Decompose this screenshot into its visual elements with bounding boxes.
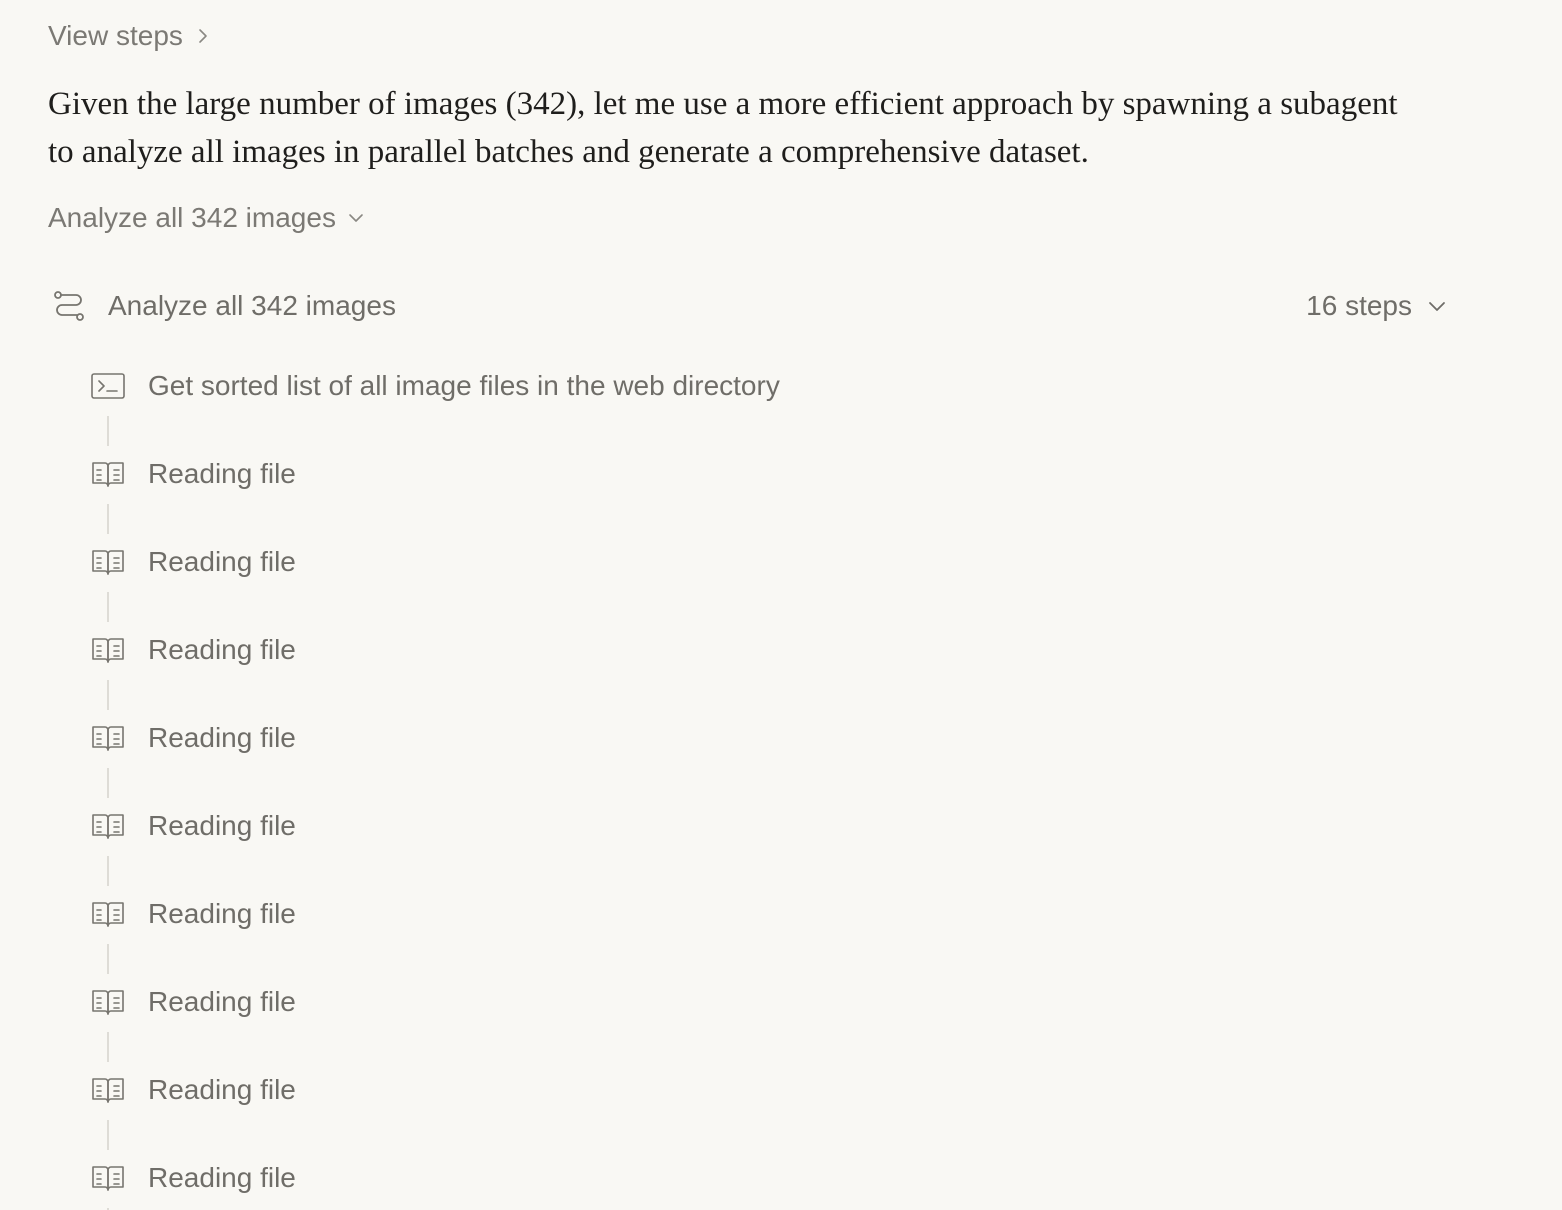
step-label: Reading file <box>148 546 296 577</box>
assistant-message: Given the large number of images (342), … <box>48 86 1398 170</box>
steps-list: Get sorted list of all image files in th… <box>90 364 1390 1210</box>
step-item[interactable]: Get sorted list of all image files in th… <box>90 364 1390 452</box>
step-label: Get sorted list of all image files in th… <box>148 370 780 401</box>
step-label: Reading file <box>148 634 296 665</box>
task-title: Analyze all 342 images <box>108 290 396 321</box>
terminal-icon <box>91 373 125 399</box>
book-icon <box>92 638 124 663</box>
step-connector <box>107 856 109 886</box>
steps-count-label: 16 steps <box>1306 290 1412 321</box>
step-label: Reading file <box>148 1162 296 1193</box>
step-connector <box>107 1032 109 1062</box>
book-icon <box>92 1166 124 1191</box>
step-item[interactable]: Reading file <box>90 804 1390 892</box>
chevron-right-icon <box>199 29 207 43</box>
step-connector <box>107 768 109 798</box>
step-label: Reading file <box>148 458 296 489</box>
book-icon <box>92 550 124 575</box>
step-connector <box>107 416 109 446</box>
step-item[interactable]: Reading file <box>90 980 1390 1068</box>
step-label: Reading file <box>148 1074 296 1105</box>
step-connector <box>107 680 109 710</box>
step-item[interactable]: Reading file <box>90 540 1390 628</box>
book-icon <box>92 902 124 927</box>
book-icon <box>92 1078 124 1103</box>
step-item[interactable]: Reading file <box>90 628 1390 716</box>
chat-page: View steps Given the large number of ima… <box>0 0 1562 1210</box>
view-steps-button[interactable]: View steps <box>48 16 213 56</box>
step-item[interactable]: Reading file <box>90 1068 1390 1156</box>
subagent-task-header[interactable]: Analyze all 342 images 16 steps <box>48 284 1448 328</box>
analyze-toggle[interactable]: Analyze all 342 images <box>48 198 366 238</box>
step-item[interactable]: Reading file <box>90 892 1390 980</box>
step-connector <box>107 944 109 974</box>
step-label: Reading file <box>148 722 296 753</box>
book-icon <box>92 814 124 839</box>
book-icon <box>92 726 124 751</box>
steps-count-toggle[interactable]: 16 steps <box>1306 290 1448 322</box>
book-icon <box>92 462 124 487</box>
step-connector <box>107 1120 109 1150</box>
chevron-down-icon <box>1429 302 1445 311</box>
book-icon <box>92 990 124 1015</box>
step-connector <box>107 592 109 622</box>
subagent-icon <box>54 291 84 321</box>
step-label: Reading file <box>148 986 296 1017</box>
chevron-down-icon <box>349 214 363 222</box>
analyze-toggle-label: Analyze all 342 images <box>48 202 336 233</box>
step-item[interactable]: Reading file <box>90 1156 1390 1210</box>
step-connector <box>107 504 109 534</box>
step-label: Reading file <box>148 810 296 841</box>
step-item[interactable]: Reading file <box>90 716 1390 804</box>
step-label: Reading file <box>148 898 296 929</box>
step-item[interactable]: Reading file <box>90 452 1390 540</box>
view-steps-label: View steps <box>48 20 183 51</box>
